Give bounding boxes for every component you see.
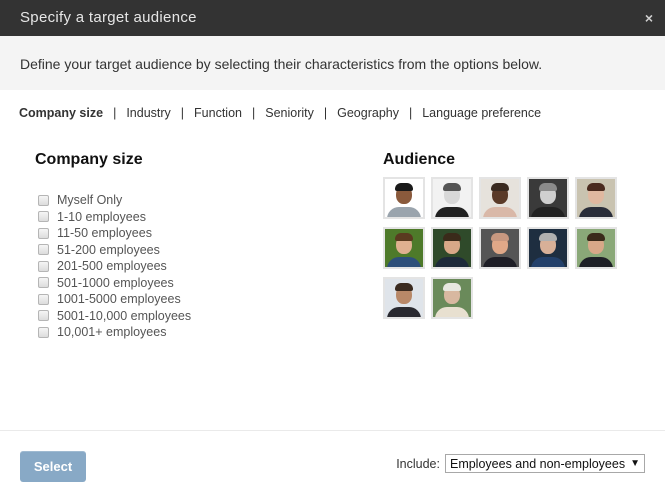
- option-label: 1001-5000 employees: [57, 292, 181, 307]
- audience-member-10[interactable]: [575, 227, 617, 269]
- avatar-hair: [395, 233, 413, 241]
- checkbox[interactable]: [38, 227, 49, 239]
- audience-member-3[interactable]: [479, 177, 521, 219]
- option-label: 501-1000 employees: [57, 275, 174, 290]
- option-label: 51-200 employees: [57, 242, 160, 257]
- include-dropdown-value: Employees and non-employees: [449, 456, 626, 471]
- intro-banner: Define your target audience by selecting…: [0, 36, 665, 90]
- avatar-hair: [539, 233, 557, 241]
- avatar-shoulders: [531, 207, 565, 217]
- company-size-option[interactable]: 1001-5000 employees: [38, 291, 191, 308]
- tab-seniority[interactable]: Seniority: [265, 106, 314, 120]
- option-label: 1-10 employees: [57, 209, 146, 224]
- tab-separator: |: [251, 106, 256, 120]
- option-label: 11-50 employees: [57, 226, 152, 241]
- avatar-shoulders: [435, 257, 469, 267]
- tab-company-size[interactable]: Company size: [19, 106, 103, 120]
- company-size-options: Myself Only 1-10 employees 11-50 employees…: [38, 192, 191, 341]
- tab-function[interactable]: Function: [194, 106, 242, 120]
- dialog-title: Specify a target audience: [20, 9, 197, 26]
- avatar-hair: [443, 233, 461, 241]
- checkbox[interactable]: [38, 194, 49, 206]
- avatar-shoulders: [579, 257, 613, 267]
- avatar-hair: [539, 183, 557, 191]
- checkbox[interactable]: [38, 293, 49, 305]
- audience-heading: Audience: [383, 151, 456, 168]
- checkbox[interactable]: [38, 277, 49, 289]
- company-size-option[interactable]: Myself Only: [38, 192, 191, 209]
- tab-industry[interactable]: Industry: [126, 106, 170, 120]
- audience-member-12[interactable]: [431, 277, 473, 319]
- option-label: 5001-10,000 employees: [57, 308, 192, 323]
- audience-member-2[interactable]: [431, 177, 473, 219]
- audience-member-4[interactable]: [527, 177, 569, 219]
- audience-member-5[interactable]: [575, 177, 617, 219]
- audience-member-11[interactable]: [383, 277, 425, 319]
- tab-language-preference[interactable]: Language preference: [422, 106, 541, 120]
- intro-text: Define your target audience by selecting…: [20, 56, 543, 72]
- company-size-heading: Company size: [35, 151, 143, 168]
- dialog-titlebar: Specify a target audience ×: [0, 0, 665, 36]
- audience-avatars: [383, 177, 633, 319]
- select-button[interactable]: Select: [20, 451, 86, 482]
- checkbox[interactable]: [38, 326, 49, 338]
- audience-member-6[interactable]: [383, 227, 425, 269]
- company-size-option[interactable]: 51-200 employees: [38, 242, 191, 259]
- audience-member-1[interactable]: [383, 177, 425, 219]
- avatar-shoulders: [387, 307, 421, 317]
- checkbox[interactable]: [38, 310, 49, 322]
- avatar-hair: [491, 233, 509, 241]
- audience-member-7[interactable]: [431, 227, 473, 269]
- company-size-option[interactable]: 1-10 employees: [38, 209, 191, 226]
- audience-member-9[interactable]: [527, 227, 569, 269]
- checkbox[interactable]: [38, 211, 49, 223]
- avatar-shoulders: [387, 207, 421, 217]
- include-label: Include:: [396, 456, 440, 471]
- tab-separator: |: [113, 106, 117, 120]
- filter-tabs: Company size | Industry | Function | Seniority…: [19, 106, 541, 120]
- avatar-shoulders: [579, 207, 613, 217]
- avatar-hair: [395, 283, 413, 291]
- audience-member-8[interactable]: [479, 227, 521, 269]
- avatar-hair: [443, 283, 461, 291]
- avatar-hair: [491, 183, 509, 191]
- checkbox[interactable]: [38, 260, 49, 272]
- checkbox[interactable]: [38, 244, 49, 256]
- avatar-shoulders: [435, 307, 469, 317]
- avatar-shoulders: [483, 257, 517, 267]
- avatar-shoulders: [387, 257, 421, 267]
- avatar-hair: [587, 233, 605, 241]
- company-size-option[interactable]: 11-50 employees: [38, 225, 191, 242]
- avatar-hair: [395, 183, 413, 191]
- company-size-option[interactable]: 201-500 employees: [38, 258, 191, 275]
- avatar-shoulders: [435, 207, 469, 217]
- footer-divider: [0, 430, 665, 431]
- avatar-shoulders: [531, 257, 565, 267]
- include-dropdown[interactable]: Employees and non-employees ▼: [444, 454, 645, 473]
- company-size-option[interactable]: 5001-10,000 employees: [38, 308, 191, 325]
- option-label: 10,001+ employees: [57, 325, 167, 340]
- avatar-shoulders: [483, 207, 517, 217]
- tab-separator: |: [408, 106, 413, 120]
- company-size-option[interactable]: 501-1000 employees: [38, 275, 191, 292]
- company-size-option[interactable]: 10,001+ employees: [38, 324, 191, 341]
- tab-geography[interactable]: Geography: [337, 106, 399, 120]
- include-filter: Include: Employees and non-employees ▼: [396, 454, 645, 473]
- option-label: 201-500 employees: [57, 259, 167, 274]
- tab-separator: |: [323, 106, 328, 120]
- close-icon[interactable]: ×: [645, 10, 653, 26]
- chevron-down-icon: ▼: [630, 458, 640, 469]
- option-label: Myself Only: [57, 193, 123, 208]
- avatar-hair: [587, 183, 605, 191]
- tab-separator: |: [180, 106, 185, 120]
- avatar-hair: [443, 183, 461, 191]
